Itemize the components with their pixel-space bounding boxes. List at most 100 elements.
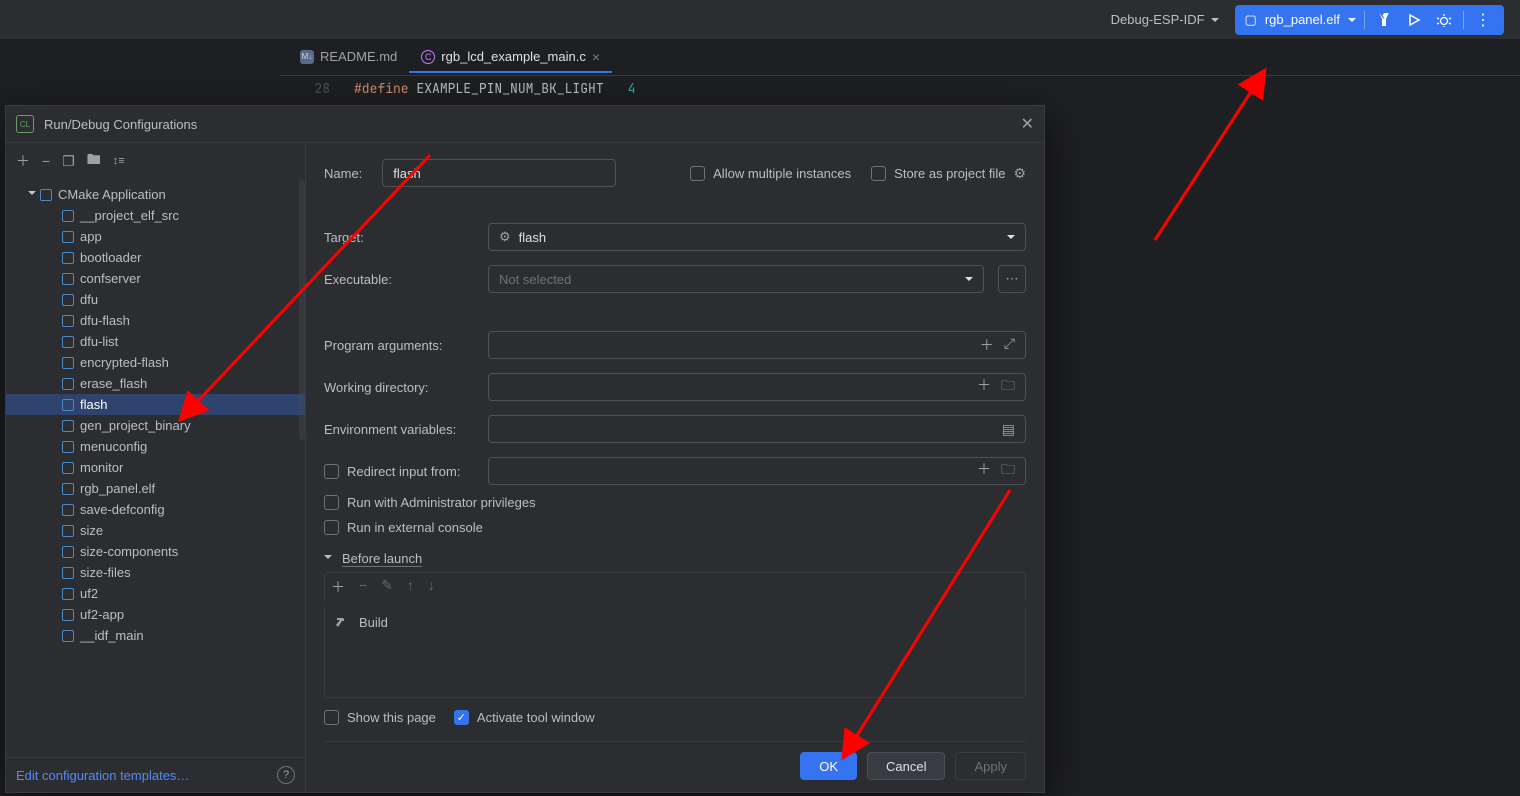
tree-item[interactable]: save-defconfig bbox=[6, 499, 305, 520]
debug-icon[interactable] bbox=[1433, 9, 1455, 31]
tree-toolbar: ＋ − ❐ 🖿 ↕≡ bbox=[6, 143, 305, 180]
allow-multiple-checkbox[interactable]: Allow multiple instances bbox=[690, 166, 851, 181]
list-icon[interactable]: ▤ bbox=[1002, 421, 1015, 438]
config-tree[interactable]: CMake Application __project_elf_srcapp bo… bbox=[6, 180, 305, 757]
up-icon[interactable]: ↑ bbox=[407, 577, 414, 597]
run-target-chip[interactable]: ▢ rgb_panel.elf ⋮ bbox=[1235, 5, 1504, 35]
tree-item[interactable]: erase_flash bbox=[6, 373, 305, 394]
expand-icon[interactable]: ⤢ bbox=[1004, 335, 1015, 355]
tree-item[interactable]: size bbox=[6, 520, 305, 541]
tree-root-label: CMake Application bbox=[58, 187, 166, 202]
tree-item[interactable]: monitor bbox=[6, 457, 305, 478]
config-icon bbox=[62, 399, 74, 411]
env-vars-input[interactable]: ▤ bbox=[488, 415, 1026, 443]
tree-item[interactable]: encrypted-flash bbox=[6, 352, 305, 373]
admin-checkbox[interactable]: Run with Administrator privileges bbox=[324, 495, 1026, 510]
build-icon[interactable] bbox=[1373, 9, 1395, 31]
tree-item[interactable]: uf2-app bbox=[6, 604, 305, 625]
tree-footer: Edit configuration templates… ? bbox=[6, 757, 305, 792]
add-icon[interactable]: ＋ bbox=[331, 577, 345, 597]
build-config-selector[interactable]: Debug-ESP-IDF bbox=[1103, 8, 1227, 31]
chevron-down-icon bbox=[28, 191, 36, 199]
tree-item-label: app bbox=[80, 229, 102, 244]
add-icon[interactable]: ＋ bbox=[977, 375, 991, 399]
name-row: Name: flash Allow multiple instances Sto… bbox=[324, 159, 1026, 187]
checkbox-icon bbox=[871, 166, 886, 181]
tree-item[interactable]: menuconfig bbox=[6, 436, 305, 457]
apply-button[interactable]: Apply bbox=[955, 752, 1026, 780]
executable-combo[interactable]: Not selected bbox=[488, 265, 984, 293]
tree-item[interactable]: __project_elf_src bbox=[6, 205, 305, 226]
tree-item-label: dfu-list bbox=[80, 334, 118, 349]
code-line: 28 #define EXAMPLE_PIN_NUM_BK_LIGHT 4 bbox=[280, 76, 1520, 101]
dialog-body: ＋ − ❐ 🖿 ↕≡ CMake Application __project_e… bbox=[6, 143, 1044, 792]
run-icon[interactable] bbox=[1403, 9, 1425, 31]
tree-item[interactable]: uf2 bbox=[6, 583, 305, 604]
close-icon[interactable]: ✕ bbox=[1021, 114, 1034, 134]
add-icon[interactable]: ＋ bbox=[977, 459, 991, 483]
remove-icon[interactable]: − bbox=[42, 153, 50, 169]
program-args-input[interactable]: ＋⤢ bbox=[488, 331, 1026, 359]
config-icon bbox=[62, 294, 74, 306]
before-launch-header[interactable]: Before launch bbox=[324, 551, 1026, 566]
top-toolbar: Debug-ESP-IDF ▢ rgb_panel.elf ⋮ bbox=[0, 0, 1520, 40]
remove-icon[interactable]: − bbox=[359, 577, 367, 597]
checkbox-icon bbox=[324, 520, 339, 535]
before-launch-item: Build bbox=[359, 615, 388, 630]
more-icon[interactable]: ⋮ bbox=[1472, 9, 1494, 31]
help-icon[interactable]: ? bbox=[277, 766, 295, 784]
config-icon bbox=[62, 273, 74, 285]
redirect-input[interactable]: ＋🗀 bbox=[488, 457, 1026, 485]
add-icon[interactable]: ＋ bbox=[980, 335, 994, 355]
env-vars-row: Environment variables: ▤ bbox=[324, 413, 1026, 445]
tree-item-label: __project_elf_src bbox=[80, 208, 179, 223]
show-page-checkbox[interactable]: Show this page bbox=[324, 710, 436, 725]
tree-item[interactable]: confserver bbox=[6, 268, 305, 289]
browse-button[interactable]: ⋯ bbox=[998, 265, 1026, 293]
external-console-checkbox[interactable]: Run in external console bbox=[324, 520, 1026, 535]
tree-item[interactable]: rgb_panel.elf bbox=[6, 478, 305, 499]
working-dir-input[interactable]: ＋🗀 bbox=[488, 373, 1026, 401]
tree-item[interactable]: flash bbox=[6, 394, 305, 415]
store-as-project-checkbox[interactable]: Store as project file ⚙ bbox=[871, 165, 1026, 182]
tree-item[interactable]: size-files bbox=[6, 562, 305, 583]
editor-tab[interactable]: C rgb_lcd_example_main.c × bbox=[409, 43, 612, 73]
chevron-down-icon bbox=[965, 277, 973, 285]
tree-item[interactable]: gen_project_binary bbox=[6, 415, 305, 436]
gear-icon[interactable]: ⚙ bbox=[1013, 165, 1026, 182]
editor-tab[interactable]: M↓ README.md bbox=[288, 43, 409, 72]
tree-item[interactable]: size-components bbox=[6, 541, 305, 562]
tree-item-label: uf2 bbox=[80, 586, 98, 601]
name-input[interactable]: flash bbox=[382, 159, 616, 187]
tree-item[interactable]: __idf_main bbox=[6, 625, 305, 646]
tree-item[interactable]: dfu-list bbox=[6, 331, 305, 352]
tree-item[interactable]: app bbox=[6, 226, 305, 247]
scrollbar-thumb[interactable] bbox=[299, 180, 305, 440]
edit-icon[interactable]: ✎ bbox=[381, 577, 393, 597]
ok-button[interactable]: OK bbox=[800, 752, 857, 780]
before-launch-list[interactable]: Build bbox=[324, 607, 1026, 698]
folder-icon[interactable]: 🗀 bbox=[1001, 459, 1015, 483]
config-icon bbox=[62, 210, 74, 222]
target-combo[interactable]: ⚙ flash bbox=[488, 223, 1026, 251]
copy-icon[interactable]: ❐ bbox=[62, 153, 75, 170]
tree-item[interactable]: dfu bbox=[6, 289, 305, 310]
folder-icon[interactable]: 🗀 bbox=[1001, 375, 1015, 399]
c-file-icon: C bbox=[421, 50, 435, 64]
before-launch-toolbar: ＋ − ✎ ↑ ↓ bbox=[324, 572, 1026, 601]
add-icon[interactable]: ＋ bbox=[16, 151, 30, 171]
tree-item-label: size bbox=[80, 523, 103, 538]
tree-root[interactable]: CMake Application bbox=[6, 184, 305, 205]
folder-icon[interactable]: 🖿 bbox=[87, 149, 101, 173]
executable-row: Executable: Not selected ⋯ bbox=[324, 263, 1026, 295]
sort-icon[interactable]: ↕≡ bbox=[113, 155, 125, 167]
redirect-checkbox[interactable]: Redirect input from: bbox=[324, 464, 474, 479]
chevron-down-icon bbox=[324, 555, 332, 563]
tree-item[interactable]: dfu-flash bbox=[6, 310, 305, 331]
edit-templates-link[interactable]: Edit configuration templates… bbox=[16, 768, 189, 783]
cancel-button[interactable]: Cancel bbox=[867, 752, 945, 780]
tree-item[interactable]: bootloader bbox=[6, 247, 305, 268]
activate-tool-checkbox[interactable]: Activate tool window bbox=[454, 710, 595, 725]
down-icon[interactable]: ↓ bbox=[428, 577, 435, 597]
close-icon[interactable]: × bbox=[592, 49, 600, 65]
